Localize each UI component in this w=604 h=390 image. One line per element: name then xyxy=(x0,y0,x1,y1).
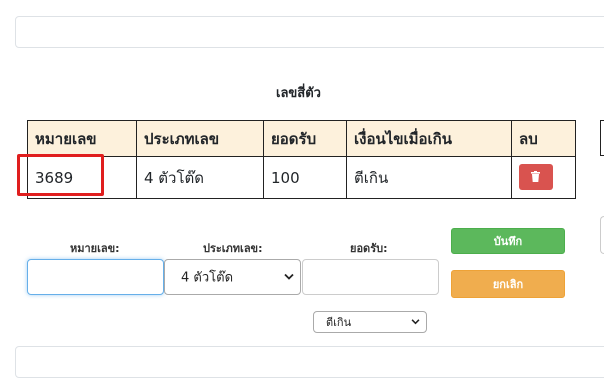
chevron-down-icon xyxy=(411,319,420,325)
save-button[interactable]: บันทึก xyxy=(451,228,565,254)
condition-select[interactable]: ตีเกิน xyxy=(313,311,427,333)
header-condition: เงื่อนไขเมื่อเกิน xyxy=(346,120,512,157)
header-amount: ยอดรับ xyxy=(263,120,347,157)
bottom-input-bar[interactable] xyxy=(15,346,604,378)
section-title-text: เลขสี่ตัว xyxy=(276,86,321,101)
number-input[interactable] xyxy=(27,259,164,295)
chevron-down-icon xyxy=(284,273,294,280)
delete-button[interactable] xyxy=(519,163,553,190)
right-table-edge xyxy=(600,120,604,156)
type-label: ประเภทเลข: xyxy=(203,242,263,255)
cell-delete xyxy=(511,156,576,199)
table-header-row: หมายเลข ประเภทเลข ยอดรับ เงื่อนไขเมื่อเก… xyxy=(27,120,576,157)
table-row: 3689 4 ตัวโต๊ด 100 ตีเกิน xyxy=(27,156,576,199)
cancel-button[interactable]: ยกเลิก xyxy=(451,270,565,298)
header-delete: ลบ xyxy=(511,120,576,157)
amount-label: ยอดรับ: xyxy=(350,242,388,255)
number-label: หมายเลข: xyxy=(70,242,120,255)
numbers-table: หมายเลข ประเภทเลข ยอดรับ เงื่อนไขเมื่อเก… xyxy=(27,120,576,199)
cell-condition: ตีเกิน xyxy=(346,156,512,199)
right-side-panel-edge xyxy=(600,216,604,254)
header-type: ประเภทเลข xyxy=(136,120,264,157)
type-select[interactable]: 4 ตัวโต๊ด xyxy=(164,259,301,295)
cell-type: 4 ตัวโต๊ด xyxy=(136,156,264,199)
amount-input[interactable] xyxy=(302,259,439,295)
header-number: หมายเลข xyxy=(27,120,137,157)
condition-select-value: ตีเกิน xyxy=(326,316,352,329)
top-input-bar[interactable] xyxy=(15,16,604,48)
cell-amount: 100 xyxy=(263,156,347,199)
trash-icon xyxy=(531,170,540,182)
highlight-box xyxy=(17,154,104,196)
type-select-value: 4 ตัวโต๊ด xyxy=(181,270,234,286)
